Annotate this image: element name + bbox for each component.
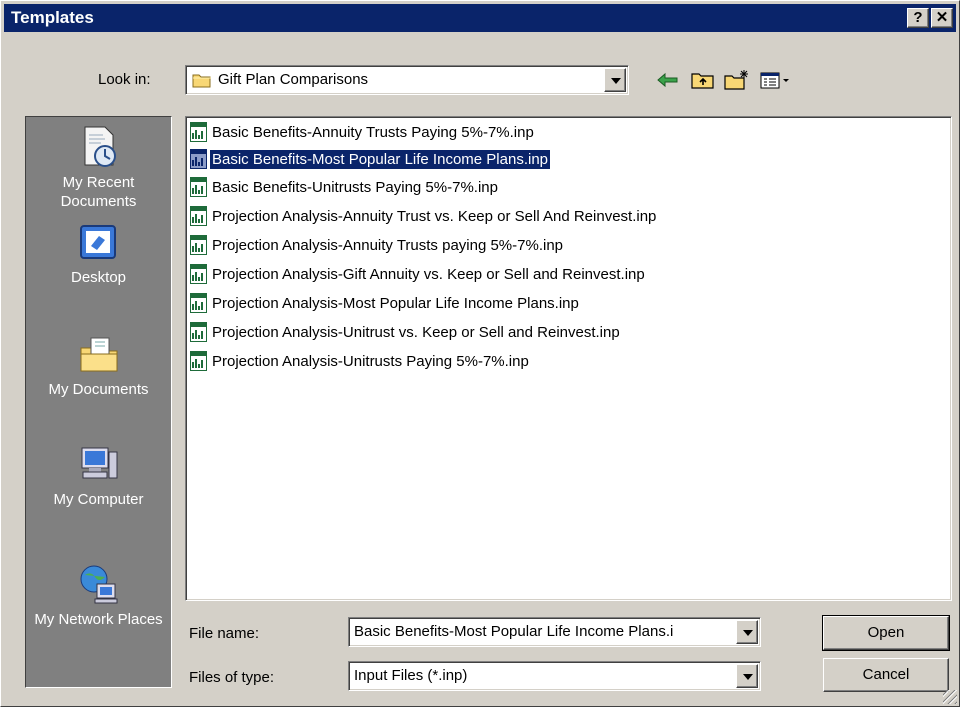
place-label-network: My Network Places: [34, 611, 163, 628]
file-name: Projection Analysis-Unitrust vs. Keep or…: [212, 323, 620, 341]
place-my-computer[interactable]: My Computer: [26, 442, 171, 509]
file-item[interactable]: Basic Benefits-Unitrusts Paying 5%-7%.in…: [190, 177, 500, 201]
file-list[interactable]: Basic Benefits-Annuity Trusts Paying 5%-…: [185, 116, 952, 601]
templates-dialog: Templates ? ✕ Look in: Gift Plan Compari…: [0, 0, 960, 707]
file-name: Projection Analysis-Gift Annuity vs. Kee…: [212, 265, 645, 283]
back-icon[interactable]: [654, 67, 682, 93]
title-bar[interactable]: Templates ? ✕: [4, 4, 956, 32]
place-my-documents[interactable]: My Documents: [26, 332, 171, 399]
help-button[interactable]: ?: [907, 8, 929, 28]
file-item[interactable]: Basic Benefits-Annuity Trusts Paying 5%-…: [190, 122, 536, 146]
file-item[interactable]: Projection Analysis-Unitrusts Paying 5%-…: [190, 351, 531, 375]
cancel-button[interactable]: Cancel: [823, 658, 949, 692]
file-type-dropdown-arrow[interactable]: [736, 664, 758, 688]
my-documents-icon: [77, 332, 121, 376]
place-my-recent-documents[interactable]: My Recent Documents: [26, 125, 171, 211]
file-name: Basic Benefits-Most Popular Life Income …: [209, 148, 551, 170]
file-item[interactable]: Projection Analysis-Gift Annuity vs. Kee…: [190, 264, 647, 288]
file-type-value: Input Files (*.inp): [354, 667, 468, 684]
place-label-computer: My Computer: [53, 491, 144, 508]
open-button[interactable]: Open: [822, 615, 950, 651]
place-desktop[interactable]: Desktop: [26, 220, 171, 287]
file-name-input[interactable]: Basic Benefits-Most Popular Life Income …: [354, 623, 734, 640]
network-places-icon: [77, 562, 121, 606]
file-item[interactable]: Projection Analysis-Most Popular Life In…: [190, 293, 581, 317]
my-computer-icon: [77, 442, 121, 486]
file-name: Projection Analysis-Annuity Trusts payin…: [212, 236, 564, 254]
file-name: Basic Benefits-Annuity Trusts Paying 5%-…: [212, 123, 534, 141]
spreadsheet-file-icon: [190, 122, 207, 142]
resize-grip[interactable]: [943, 690, 957, 704]
file-item-selected[interactable]: Basic Benefits-Most Popular Life Income …: [190, 148, 551, 173]
file-item[interactable]: Projection Analysis-Unitrust vs. Keep or…: [190, 322, 622, 346]
file-name: Projection Analysis-Unitrusts Paying 5%-…: [212, 352, 529, 370]
look-in-value: Gift Plan Comparisons: [218, 71, 369, 88]
spreadsheet-file-icon: [190, 149, 207, 169]
place-my-network-places[interactable]: My Network Places: [26, 562, 171, 629]
spreadsheet-file-icon: [190, 206, 207, 226]
spreadsheet-file-icon: [190, 351, 207, 371]
file-item[interactable]: Projection Analysis-Annuity Trusts payin…: [190, 235, 565, 259]
views-menu-icon[interactable]: [759, 67, 795, 93]
place-label-desktop: Desktop: [70, 269, 127, 286]
place-label-documents: My Documents: [48, 381, 149, 398]
look-in-dropdown-arrow[interactable]: [604, 68, 626, 92]
file-name-label: File name:: [189, 625, 260, 642]
file-name: Basic Benefits-Unitrusts Paying 5%-7%.in…: [212, 178, 498, 196]
places-bar: My Recent Documents Desktop My Documents…: [25, 116, 172, 688]
look-in-combo[interactable]: Gift Plan Comparisons: [185, 65, 629, 95]
file-name: Projection Analysis-Annuity Trust vs. Ke…: [212, 207, 657, 225]
window-title: Templates: [11, 8, 94, 27]
file-name: Projection Analysis-Most Popular Life In…: [212, 294, 579, 312]
new-folder-icon[interactable]: [723, 67, 751, 93]
file-type-label: Files of type:: [189, 669, 275, 686]
place-label-recent: My Recent Documents: [60, 174, 137, 210]
folder-icon: [192, 72, 212, 88]
spreadsheet-file-icon: [190, 235, 207, 255]
spreadsheet-file-icon: [190, 264, 207, 284]
spreadsheet-file-icon: [190, 177, 207, 197]
file-type-combo[interactable]: Input Files (*.inp): [348, 661, 761, 691]
spreadsheet-file-icon: [190, 293, 207, 313]
close-button[interactable]: ✕: [931, 8, 953, 28]
file-item[interactable]: Projection Analysis-Annuity Trust vs. Ke…: [190, 206, 658, 230]
spreadsheet-file-icon: [190, 322, 207, 342]
recent-documents-icon: [77, 125, 121, 169]
file-name-combo[interactable]: Basic Benefits-Most Popular Life Income …: [348, 617, 761, 647]
desktop-icon: [77, 220, 121, 264]
file-name-dropdown-arrow[interactable]: [736, 620, 758, 644]
up-folder-icon[interactable]: [689, 67, 717, 93]
look-in-label: Look in:: [98, 71, 151, 88]
